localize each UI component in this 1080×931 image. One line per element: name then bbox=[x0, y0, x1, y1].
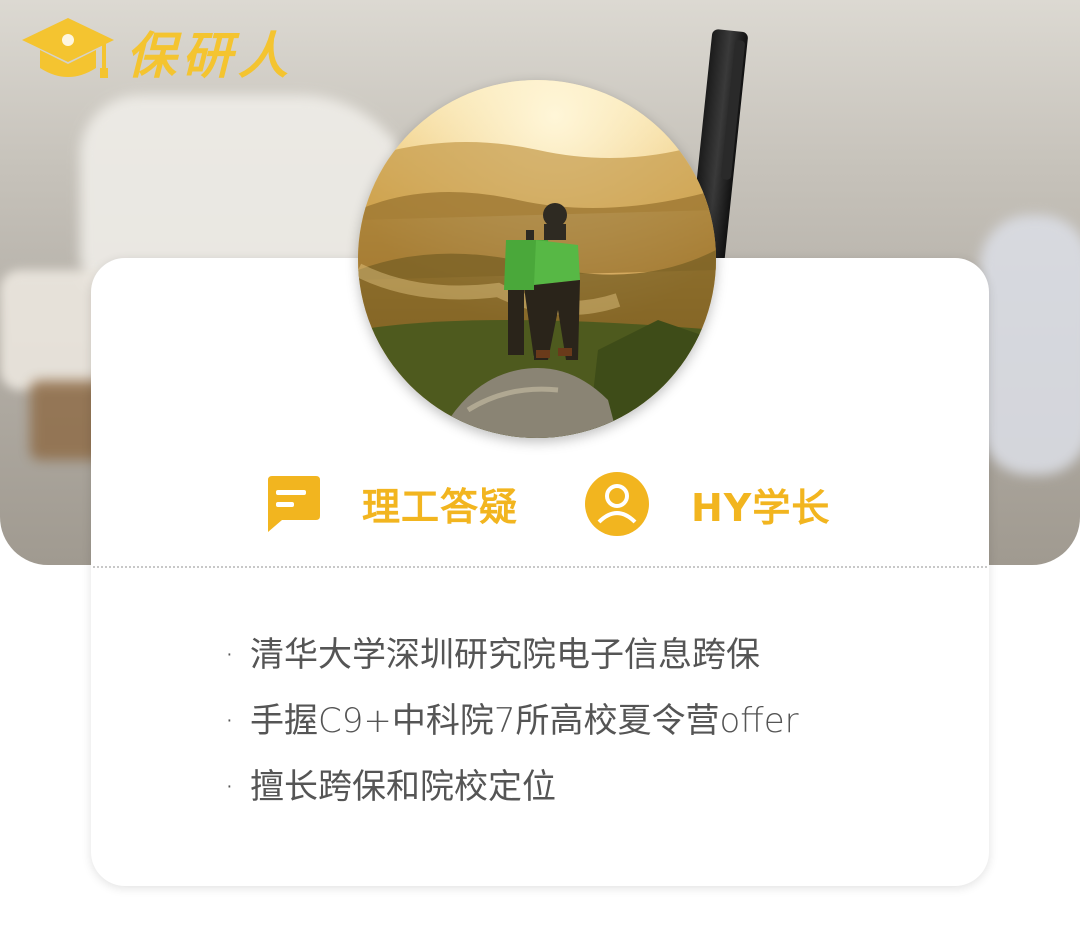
highlight-text: 清华大学深圳研究院电子信息跨保 bbox=[250, 635, 760, 675]
dotted-divider bbox=[93, 566, 987, 568]
list-item: · 擅长跨保和院校定位 bbox=[224, 754, 799, 820]
mentor-avatar-photo bbox=[358, 80, 716, 438]
user-avatar-icon bbox=[585, 472, 649, 536]
brand-name: 保研人 bbox=[126, 26, 294, 85]
graduation-cap-icon bbox=[22, 18, 114, 78]
mentor-tag: HY学长 bbox=[585, 472, 830, 536]
bullet-marker: · bbox=[224, 767, 235, 807]
banner-blur-shape bbox=[980, 215, 1080, 475]
highlight-text: 擅长跨保和院校定位 bbox=[250, 767, 556, 807]
highlight-text: 手握C9+中科院7所高校夏令营offer bbox=[250, 701, 799, 741]
bullet-marker: · bbox=[224, 701, 235, 741]
mentor-name: HY学长 bbox=[691, 485, 831, 530]
category-label: 理工答疑 bbox=[362, 484, 519, 529]
list-item: · 手握C9+中科院7所高校夏令营offer bbox=[224, 688, 799, 754]
chat-bubble-icon bbox=[268, 476, 320, 532]
bullet-marker: · bbox=[224, 635, 235, 675]
mountain-hiker-image bbox=[358, 80, 716, 438]
tag-row: 理工答疑 HY学长 bbox=[0, 472, 1080, 536]
mentor-highlights-list: · 清华大学深圳研究院电子信息跨保 · 手握C9+中科院7所高校夏令营offer ·… bbox=[224, 622, 799, 820]
category-tag: 理工答疑 bbox=[262, 472, 518, 534]
brand-logo: 保研人 bbox=[20, 16, 294, 88]
list-item: · 清华大学深圳研究院电子信息跨保 bbox=[224, 622, 799, 688]
